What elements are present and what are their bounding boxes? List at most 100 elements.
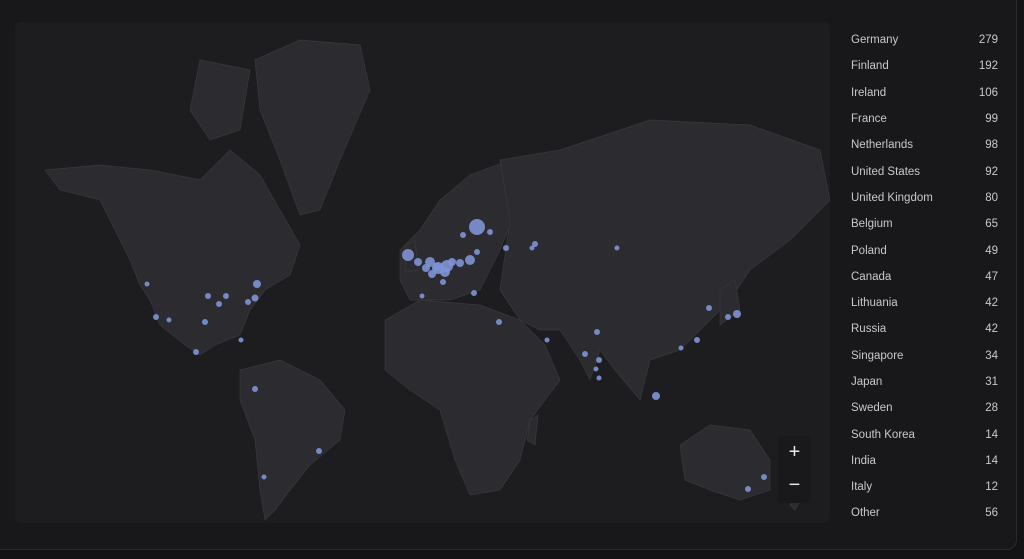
country-count: 99 (985, 113, 998, 126)
location-marker[interactable] (223, 293, 229, 299)
country-name: Poland (851, 244, 887, 257)
location-marker[interactable] (544, 337, 550, 343)
location-marker[interactable] (440, 279, 446, 285)
location-marker[interactable] (596, 375, 602, 381)
location-marker[interactable] (503, 245, 509, 251)
location-marker[interactable] (253, 280, 261, 288)
location-marker[interactable] (316, 448, 322, 454)
country-row: Poland 49 (851, 237, 998, 263)
location-marker[interactable] (761, 474, 767, 480)
location-marker[interactable] (166, 317, 172, 323)
location-marker[interactable] (144, 281, 150, 287)
country-count: 31 (985, 376, 998, 388)
location-marker[interactable] (205, 293, 211, 299)
location-marker[interactable] (474, 249, 480, 255)
location-marker[interactable] (596, 357, 602, 363)
location-marker[interactable] (496, 319, 502, 325)
country-count: 14 (985, 428, 998, 441)
location-marker[interactable] (414, 258, 422, 266)
location-marker[interactable] (465, 255, 475, 265)
location-marker[interactable] (745, 486, 751, 492)
location-marker[interactable] (402, 249, 414, 261)
location-marker[interactable] (251, 294, 259, 302)
country-count: 28 (985, 402, 998, 415)
location-marker[interactable] (694, 337, 700, 343)
country-count: 92 (985, 165, 998, 178)
location-marker[interactable] (614, 245, 620, 251)
location-marker[interactable] (261, 474, 267, 480)
location-marker[interactable] (456, 259, 464, 267)
location-marker[interactable] (706, 305, 712, 311)
country-row: Sweden 28 (851, 395, 998, 421)
country-row: United Kingdom 80 (851, 185, 998, 211)
country-name: Other (851, 507, 880, 520)
country-row: Belgium 65 (851, 211, 998, 237)
country-row: India 14 (851, 448, 998, 474)
country-row: Japan 31 (851, 369, 998, 395)
country-name: Belgium (851, 218, 893, 231)
country-count: 56 (985, 507, 998, 520)
location-marker[interactable] (725, 314, 731, 320)
location-marker[interactable] (448, 258, 456, 266)
country-row: South Korea 14 (851, 421, 998, 447)
country-row: Canada 47 (851, 264, 998, 290)
country-row: Singapore 34 (851, 343, 998, 369)
country-name: France (851, 113, 887, 126)
country-count: 80 (985, 191, 998, 204)
location-marker[interactable] (471, 290, 477, 296)
map-canvas[interactable] (15, 22, 830, 523)
country-name: Netherlands (851, 139, 914, 152)
world-map[interactable]: + − (15, 22, 830, 523)
country-name: Ireland (851, 86, 887, 99)
location-marker[interactable] (252, 386, 258, 392)
zoom-out-button[interactable]: − (778, 469, 811, 502)
country-name: India (851, 454, 876, 467)
location-marker[interactable] (419, 293, 425, 299)
country-name: Japan (851, 376, 883, 388)
location-marker[interactable] (245, 299, 251, 305)
location-marker[interactable] (487, 229, 493, 235)
location-marker[interactable] (422, 264, 430, 272)
location-marker[interactable] (678, 345, 684, 351)
location-marker[interactable] (153, 314, 159, 320)
country-name: Russia (851, 323, 887, 336)
location-marker[interactable] (238, 337, 244, 343)
country-name: Italy (851, 481, 873, 494)
location-marker[interactable] (529, 245, 535, 251)
country-row: United States 92 (851, 158, 998, 184)
location-marker[interactable] (193, 349, 199, 355)
country-count: 12 (985, 481, 998, 494)
country-count: 49 (985, 244, 998, 257)
location-marker[interactable] (733, 310, 741, 318)
country-row: Italy 12 (851, 474, 998, 500)
country-name: United States (851, 165, 921, 178)
location-marker[interactable] (216, 301, 222, 307)
location-marker[interactable] (202, 319, 208, 325)
country-name: Singapore (851, 349, 904, 362)
location-marker[interactable] (428, 270, 436, 278)
location-marker[interactable] (469, 219, 485, 235)
country-name: South Korea (851, 428, 915, 441)
country-count: 42 (985, 323, 998, 336)
country-count: 98 (985, 139, 998, 152)
location-marker[interactable] (433, 263, 441, 271)
country-count: 34 (985, 349, 998, 362)
location-marker[interactable] (652, 392, 660, 400)
country-count: 106 (978, 86, 998, 99)
country-row: Germany 279 (851, 27, 998, 53)
location-marker[interactable] (460, 232, 466, 238)
location-marker[interactable] (593, 366, 599, 372)
country-row: Finland 192 (851, 53, 998, 79)
zoom-in-button[interactable]: + (778, 436, 811, 469)
country-name: Sweden (851, 402, 893, 415)
country-count: 65 (985, 218, 998, 231)
country-name: Canada (851, 270, 892, 283)
location-marker[interactable] (594, 329, 600, 335)
country-count: 192 (978, 60, 998, 73)
country-name: United Kingdom (851, 191, 933, 204)
country-row: Other 56 (851, 500, 998, 526)
country-count: 42 (985, 297, 998, 310)
country-list: Germany 279 Finland 192 Ireland 106 France 99 Ne… (851, 27, 998, 527)
location-marker[interactable] (582, 351, 588, 357)
location-marker[interactable] (440, 267, 450, 277)
